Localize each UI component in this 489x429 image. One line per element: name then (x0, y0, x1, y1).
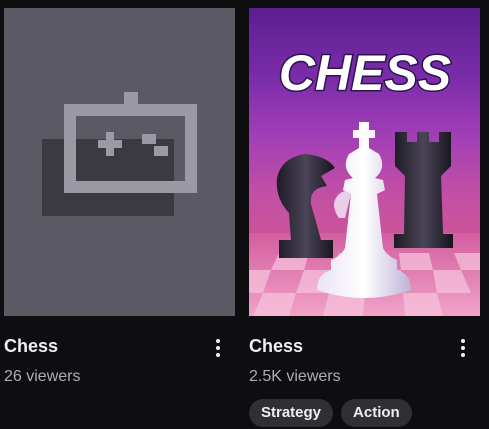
category-title[interactable]: Chess (4, 335, 58, 357)
kebab-icon (216, 339, 220, 357)
svg-text:CHESS: CHESS (279, 45, 451, 101)
tag-strategy[interactable]: Strategy (249, 399, 334, 427)
viewer-count: 2.5K viewers (249, 368, 341, 385)
chess-box-art: CHESS (249, 44, 480, 316)
category-card: Chess 26 viewers (4, 8, 235, 416)
category-title[interactable]: Chess (249, 335, 303, 357)
tag-list: Strategy Action (249, 399, 412, 427)
controller-placeholder-icon (42, 92, 197, 216)
viewer-count: 26 viewers (4, 368, 81, 385)
tag-action[interactable]: Action (341, 399, 412, 427)
category-thumbnail[interactable] (4, 8, 235, 316)
category-grid: Chess 26 viewers CHESS Chess 2.5K viewer… (0, 0, 489, 429)
category-card: CHESS Chess 2.5K viewers Strategy Action (249, 8, 480, 427)
category-thumbnail[interactable]: CHESS (249, 8, 480, 316)
more-options-button[interactable] (453, 336, 473, 360)
kebab-icon (461, 339, 465, 357)
more-options-button[interactable] (208, 336, 228, 360)
card-meta: Chess 2.5K viewers Strategy Action (249, 316, 480, 427)
card-meta: Chess 26 viewers (4, 316, 235, 416)
